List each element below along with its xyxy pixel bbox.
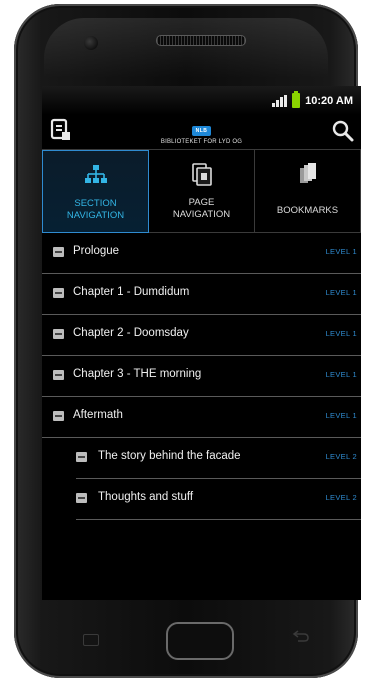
level-label: LEVEL 1 bbox=[325, 329, 357, 338]
section-title: Prologue bbox=[73, 245, 120, 257]
tab-label-line2: NAVIGATION bbox=[66, 210, 125, 221]
collapse-icon[interactable] bbox=[76, 452, 87, 462]
collapse-icon[interactable] bbox=[53, 247, 64, 257]
section-title: Chapter 3 - THE morning bbox=[73, 368, 202, 380]
app-bar: NLB BIBLIOTEKET FOR LYD OG bbox=[42, 115, 361, 149]
bookmarks-icon bbox=[299, 163, 316, 183]
level-label: LEVEL 2 bbox=[325, 452, 357, 461]
tab-page-navigation[interactable]: PAGE NAVIGATION bbox=[149, 150, 255, 233]
section-title: The story behind the facade bbox=[98, 450, 241, 462]
tab-label: BOOKMARKS bbox=[276, 205, 339, 216]
screen: 10:20 AM NLB BIBLIOTEKET FOR LYD OG SECT… bbox=[42, 86, 361, 600]
collapse-icon[interactable] bbox=[53, 370, 64, 380]
status-bar: 10:20 AM bbox=[42, 86, 361, 115]
brand-text: BIBLIOTEKET FOR LYD OG bbox=[160, 139, 243, 145]
front-camera bbox=[84, 36, 98, 50]
nav-tabs: SECTION NAVIGATION PAGE NAVIGATION BOOKM… bbox=[42, 149, 361, 233]
tab-label-line1: SECTION bbox=[74, 198, 117, 209]
level-label: LEVEL 1 bbox=[325, 370, 357, 379]
list-item[interactable]: Aftermath LEVEL 1 bbox=[42, 397, 361, 438]
list-item[interactable]: Thoughts and stuff LEVEL 2 bbox=[76, 479, 361, 520]
list-item[interactable]: The story behind the facade LEVEL 2 bbox=[76, 438, 361, 479]
level-label: LEVEL 2 bbox=[325, 493, 357, 502]
search-icon[interactable] bbox=[331, 119, 355, 143]
tab-section-navigation[interactable]: SECTION NAVIGATION bbox=[42, 150, 149, 233]
collapse-icon[interactable] bbox=[53, 288, 64, 298]
home-button[interactable] bbox=[166, 622, 234, 660]
list-item[interactable]: Prologue LEVEL 1 bbox=[42, 233, 361, 274]
signal-icon bbox=[272, 94, 288, 107]
level-label: LEVEL 1 bbox=[325, 247, 357, 256]
status-time: 10:20 AM bbox=[305, 94, 353, 107]
tab-label-line2: NAVIGATION bbox=[172, 209, 231, 220]
nlb-logo: NLB bbox=[191, 126, 212, 136]
list-item[interactable]: Chapter 3 - THE morning LEVEL 1 bbox=[42, 356, 361, 397]
level-label: LEVEL 1 bbox=[325, 288, 357, 297]
page-icon bbox=[191, 163, 212, 186]
collapse-icon[interactable] bbox=[76, 493, 87, 503]
section-title: Thoughts and stuff bbox=[98, 491, 194, 503]
sitemap-icon bbox=[84, 165, 107, 183]
level-label: LEVEL 1 bbox=[325, 411, 357, 420]
section-title: Chapter 1 - Dumdidum bbox=[73, 286, 190, 298]
back-arrow-icon[interactable] bbox=[292, 629, 310, 643]
section-title: Chapter 2 - Doomsday bbox=[73, 327, 189, 339]
section-list: Prologue LEVEL 1 Chapter 1 - Dumdidum LE… bbox=[42, 233, 361, 520]
collapse-icon[interactable] bbox=[53, 411, 64, 421]
section-title: Aftermath bbox=[73, 409, 123, 421]
menu-key[interactable] bbox=[83, 634, 99, 646]
tab-bookmarks[interactable]: BOOKMARKS bbox=[255, 150, 361, 233]
battery-icon bbox=[292, 91, 301, 108]
collapse-icon[interactable] bbox=[53, 329, 64, 339]
tab-label-line1: PAGE bbox=[188, 197, 215, 208]
brand: NLB BIBLIOTEKET FOR LYD OG bbox=[42, 119, 361, 145]
list-item[interactable]: Chapter 2 - Doomsday LEVEL 1 bbox=[42, 315, 361, 356]
list-item[interactable]: Chapter 1 - Dumdidum LEVEL 1 bbox=[42, 274, 361, 315]
earpiece-speaker bbox=[156, 35, 246, 46]
